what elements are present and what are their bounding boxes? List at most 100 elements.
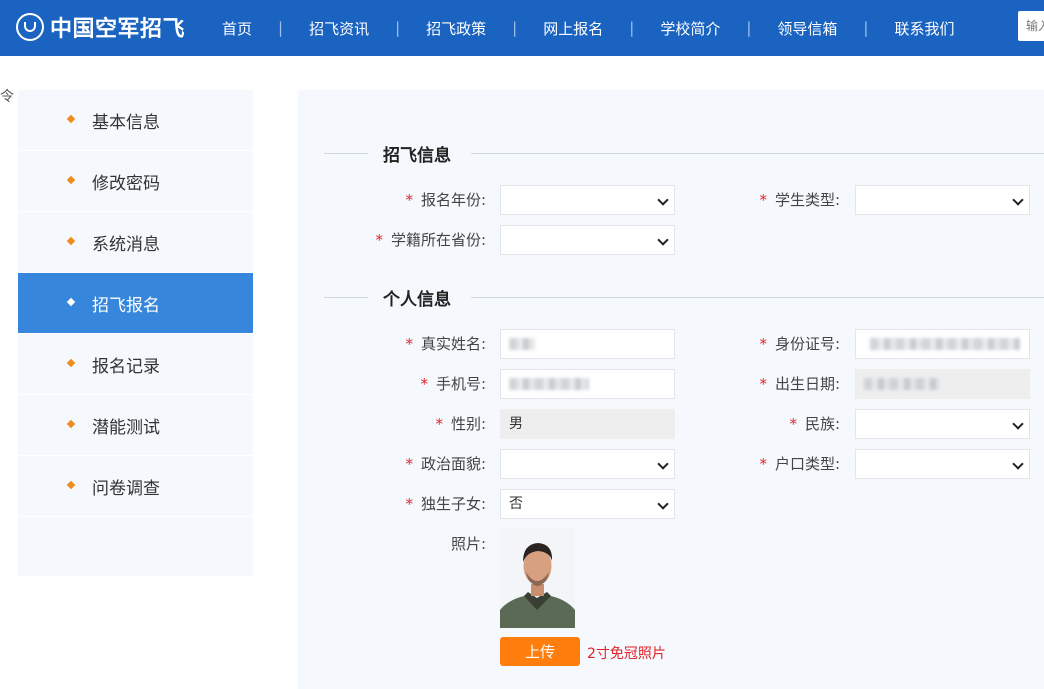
- nav-policy[interactable]: 招飞政策: [409, 18, 503, 39]
- sidebar-item-label: 报名记录: [92, 356, 160, 377]
- id-photo: [500, 528, 575, 628]
- id-number-label: * 身份证号:: [759, 335, 840, 353]
- gender-field: 男: [500, 409, 675, 439]
- portrait-photo-icon: [500, 528, 575, 628]
- diamond-bullet-icon: [66, 236, 76, 246]
- required-mark: *: [405, 455, 413, 473]
- logo-text: 中国空军招飞: [50, 17, 186, 42]
- only-child-select[interactable]: 否: [500, 489, 675, 519]
- photo-label: 照片:: [450, 535, 486, 553]
- real-name-field[interactable]: [500, 329, 675, 359]
- only-child-label: * 独生子女:: [405, 495, 486, 513]
- sidebar-item-questionnaire[interactable]: 问卷调查: [18, 456, 253, 517]
- province-select[interactable]: [500, 225, 675, 255]
- diamond-bullet-icon: [66, 114, 76, 124]
- divider: [471, 297, 1044, 298]
- phone-label: * 手机号:: [420, 375, 486, 393]
- required-mark: *: [405, 191, 413, 209]
- chevron-down-icon: [657, 458, 669, 470]
- sidebar-item-change-password[interactable]: 修改密码: [18, 151, 253, 212]
- chevron-down-icon: [657, 498, 669, 510]
- redacted-value: [509, 338, 535, 350]
- chevron-down-icon: [657, 234, 669, 246]
- upload-photo-button[interactable]: 上传: [500, 637, 580, 666]
- reg-year-label: * 报名年份:: [405, 191, 486, 209]
- chevron-down-icon: [1012, 418, 1024, 430]
- diamond-bullet-icon: [66, 175, 76, 185]
- required-mark: *: [375, 231, 383, 249]
- diamond-bullet-icon: [66, 358, 76, 368]
- required-mark: *: [405, 495, 413, 513]
- required-mark: *: [435, 415, 443, 433]
- phone-field[interactable]: [500, 369, 675, 399]
- ethnicity-label: * 民族:: [789, 415, 840, 433]
- sidebar-item-pilot-registration[interactable]: 招飞报名: [18, 273, 253, 334]
- clipped-text: 令: [0, 89, 14, 105]
- student-type-label: * 学生类型:: [759, 191, 840, 209]
- redacted-value: [509, 378, 589, 390]
- nav-contact-us[interactable]: 联系我们: [877, 18, 971, 39]
- real-name-label: * 真实姓名:: [405, 335, 486, 353]
- required-mark: *: [759, 455, 767, 473]
- birth-date-field: [855, 369, 1030, 399]
- required-mark: *: [759, 335, 767, 353]
- chevron-down-icon: [1012, 194, 1024, 206]
- site-logo[interactable]: 中国空军招飞: [16, 10, 185, 44]
- sidebar-item-label: 修改密码: [92, 173, 160, 194]
- gender-label: * 性别:: [435, 415, 486, 433]
- nav-separator: |: [278, 19, 284, 37]
- gender-value: 男: [509, 416, 523, 432]
- chevron-down-icon: [657, 194, 669, 206]
- sidebar-item-label: 招飞报名: [92, 295, 160, 316]
- nav-separator: |: [395, 19, 401, 37]
- required-mark: *: [759, 375, 767, 393]
- registration-form-panel: 招飞信息 * 报名年份: * 学生类型: * 学籍所在省份: 个人信息 * 真实姓名: …: [298, 90, 1044, 689]
- nav-online-registration[interactable]: 网上报名: [526, 18, 620, 39]
- divider: [471, 153, 1044, 154]
- ethnicity-select[interactable]: [855, 409, 1030, 439]
- redacted-value: [864, 378, 940, 390]
- nav-separator: |: [512, 19, 518, 37]
- sidebar-item-potential-test[interactable]: 潜能测试: [18, 395, 253, 456]
- political-status-label: * 政治面貌:: [405, 455, 486, 473]
- section-title: 招飞信息: [383, 146, 451, 166]
- reg-year-select[interactable]: [500, 185, 675, 215]
- sidebar-item-label: 潜能测试: [92, 417, 160, 438]
- sidebar-item-label: 基本信息: [92, 112, 160, 133]
- nav-news[interactable]: 招飞资讯: [292, 18, 386, 39]
- main-nav: 首页 | 招飞资讯 | 招飞政策 | 网上报名 | 学校简介 | 领导信箱 | …: [205, 0, 971, 56]
- sidebar-item-system-messages[interactable]: 系统消息: [18, 212, 253, 273]
- nav-school-intro[interactable]: 学校简介: [643, 18, 737, 39]
- air-force-emblem-icon: [16, 13, 44, 41]
- sidebar-item-registration-records[interactable]: 报名记录: [18, 334, 253, 395]
- redacted-value: [870, 338, 1020, 350]
- user-center-sidebar: 基本信息 修改密码 系统消息 招飞报名 报名记录 潜能测试 问卷调查: [18, 90, 253, 576]
- divider: [324, 297, 368, 298]
- diamond-bullet-icon: [66, 480, 76, 490]
- top-nav-bar: 中国空军招飞 首页 | 招飞资讯 | 招飞政策 | 网上报名 | 学校简介 | …: [0, 0, 1044, 56]
- nav-separator: |: [746, 19, 752, 37]
- sidebar-item-label: 问卷调查: [92, 478, 160, 499]
- section-title: 个人信息: [383, 290, 451, 310]
- photo-hint: 2寸免冠照片: [587, 646, 666, 662]
- nav-home[interactable]: 首页: [205, 18, 269, 39]
- political-status-select[interactable]: [500, 449, 675, 479]
- student-type-select[interactable]: [855, 185, 1030, 215]
- nav-separator: |: [629, 19, 635, 37]
- sidebar-item-basic-info[interactable]: 基本信息: [18, 90, 253, 151]
- divider: [324, 153, 368, 154]
- nav-separator: |: [863, 19, 869, 37]
- hukou-type-select[interactable]: [855, 449, 1030, 479]
- section-header-personal-info: 个人信息: [324, 285, 1044, 310]
- required-mark: *: [420, 375, 428, 393]
- sidebar-item-label: 系统消息: [92, 234, 160, 255]
- chevron-down-icon: [1012, 458, 1024, 470]
- required-mark: *: [789, 415, 797, 433]
- required-mark: *: [405, 335, 413, 353]
- birth-date-label: * 出生日期:: [759, 375, 840, 393]
- only-child-value: 否: [509, 496, 523, 512]
- search-input[interactable]: [1018, 11, 1044, 41]
- required-mark: *: [759, 191, 767, 209]
- id-number-field[interactable]: [855, 329, 1030, 359]
- nav-leader-mailbox[interactable]: 领导信箱: [760, 18, 854, 39]
